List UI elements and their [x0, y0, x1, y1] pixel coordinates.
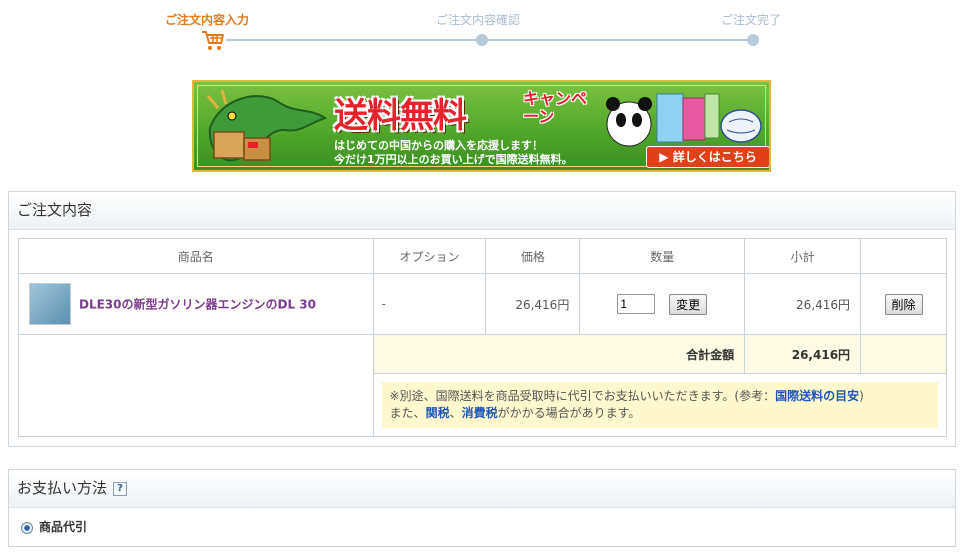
customs-link[interactable]: 関税	[426, 406, 450, 420]
total-row: 合計金額 26,416円	[18, 334, 947, 437]
update-quantity-button[interactable]: 変更	[669, 293, 708, 315]
col-quantity: 数量	[579, 238, 746, 274]
order-contents-heading: ご注文内容	[9, 192, 955, 230]
payment-method-panel: お支払い方法? 商品代引	[8, 469, 956, 547]
col-subtotal: 小計	[744, 238, 862, 274]
col-product-name: 商品名	[18, 238, 374, 274]
banner-subtitle-line1: はじめての中国からの購入を応援します！	[334, 139, 543, 152]
banner-details-button[interactable]: ▶ 詳しくはこちら	[646, 146, 769, 168]
total-trailing-cell	[860, 334, 947, 374]
step-dot-complete	[747, 34, 759, 46]
banner-title: 送料無料	[334, 96, 467, 136]
banner-subtitle-line2: 今だけ1万円以上のお買い上げで国際送料無料。	[334, 153, 573, 166]
cart-icon	[200, 28, 226, 52]
delete-cell: 削除	[860, 273, 947, 335]
cod-label: 商品代引	[39, 520, 88, 534]
step-dot-confirm	[476, 34, 488, 46]
note-text-4: がかかる場合があります。	[497, 406, 641, 420]
product-name-link[interactable]: DLE30の新型ガソリン器エンジンのDL 30	[79, 298, 316, 312]
delete-item-button[interactable]: 削除	[884, 293, 923, 315]
col-price: 価格	[485, 238, 581, 274]
help-icon[interactable]: ?	[113, 481, 128, 496]
free-shipping-banner[interactable]: 送料無料 キャンペーン はじめての中国からの購入を応援します！ 今だけ1万円以上…	[192, 80, 771, 172]
step-order-confirm: ご注文内容確認	[436, 13, 521, 27]
order-table: 商品名 オプション 価格 数量 小計 DLE30の新型ガソリン器エンジンのDL …	[18, 238, 948, 437]
payment-method-heading: お支払い方法?	[9, 470, 955, 508]
quantity-cell: 変更	[579, 273, 746, 335]
payment-method-title: お支払い方法	[17, 479, 108, 497]
dragon-illustration	[206, 89, 328, 162]
total-value: 26,416円	[744, 334, 862, 374]
note-text-1: ※別途、国際送料を商品受取時に代引でお支払いいただきます。(参考：	[389, 389, 776, 403]
checkout-steps: ご注文内容入力 ご注文内容確認 ご注文完了	[0, 0, 967, 60]
note-sep: 、	[449, 406, 462, 420]
step-progress-line	[224, 39, 754, 41]
note-text-2: )	[859, 389, 864, 403]
product-option: -	[372, 273, 487, 335]
product-thumbnail[interactable]	[29, 283, 71, 325]
product-price: 26,416円	[485, 273, 581, 335]
order-contents-panel: ご注文内容 商品名 オプション 価格 数量 小計 DLE30の新型ガソリン器エン…	[8, 191, 956, 447]
table-row: DLE30の新型ガソリン器エンジンのDL 30 - 26,416円 変更 26,…	[18, 273, 947, 335]
product-subtotal: 26,416円	[744, 273, 862, 335]
panda-goods-illustration	[606, 93, 762, 147]
total-label: 合計金額	[372, 334, 746, 374]
intl-shipping-guide-link[interactable]: 国際送料の目安	[775, 389, 859, 403]
note-cell: ※別途、国際送料を商品受取時に代引でお支払いいただきます。(参考：国際送料の目安…	[372, 373, 948, 437]
product-cell: DLE30の新型ガソリン器エンジンのDL 30	[18, 273, 374, 335]
consumption-tax-link[interactable]: 消費税	[462, 406, 498, 420]
banner-campaign: キャンペーン	[523, 89, 588, 126]
total-empty-cell	[18, 334, 374, 437]
payment-option-cod[interactable]: 商品代引	[21, 518, 87, 535]
note-text-3: また、	[389, 406, 426, 420]
quantity-input[interactable]	[617, 294, 656, 314]
col-option: オプション	[372, 238, 487, 274]
step-order-complete: ご注文完了	[721, 13, 782, 27]
step-order-input: ご注文内容入力	[165, 13, 250, 27]
cod-radio[interactable]	[21, 521, 33, 534]
banner-subtitle: はじめての中国からの購入を応援します！ 今だけ1万円以上のお買い上げで国際送料無…	[334, 139, 573, 167]
order-table-header: 商品名 オプション 価格 数量 小計	[18, 238, 947, 274]
shipping-note: ※別途、国際送料を商品受取時に代引でお支払いいただきます。(参考：国際送料の目安…	[381, 382, 938, 428]
col-actions	[860, 238, 947, 274]
